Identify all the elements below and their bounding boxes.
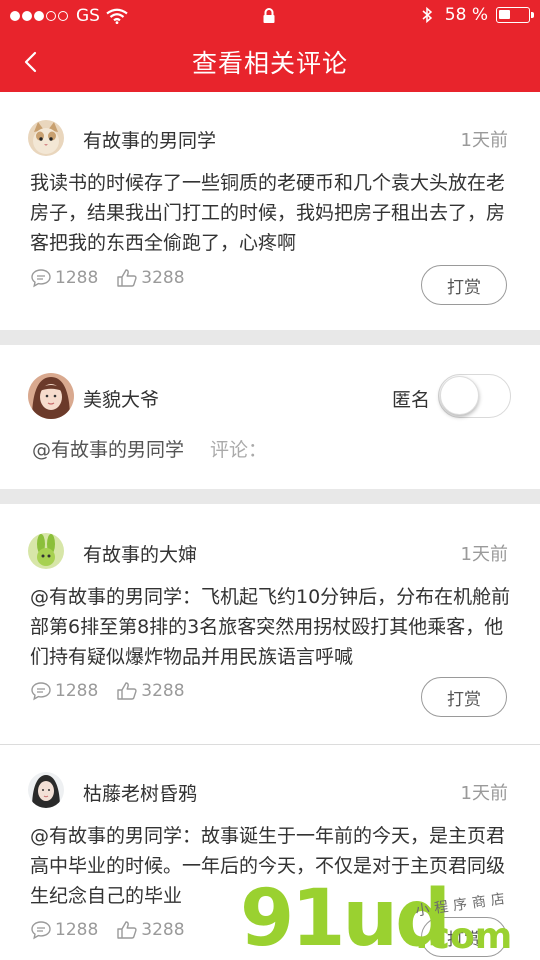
comment-count-value: 1288 <box>55 920 99 940</box>
comment-count[interactable]: 1288 <box>30 681 98 701</box>
watermark-logo: 91ud .com 小程序商店 <box>240 874 540 960</box>
anonymous-toggle[interactable] <box>438 374 511 418</box>
carrier-name: GS <box>76 6 100 26</box>
comment-count[interactable]: 1288 <box>30 268 98 288</box>
signal-strength-icon <box>10 11 70 21</box>
section-divider <box>0 489 540 504</box>
lock-icon <box>263 8 275 23</box>
username[interactable]: 美貌大爷 <box>83 385 159 412</box>
like-count[interactable]: 3288 <box>116 920 185 940</box>
watermark-suffix: .com <box>415 916 513 957</box>
username[interactable]: 枯藤老树昏鸦 <box>83 779 197 806</box>
thumbs-up-icon <box>117 269 137 287</box>
wifi-icon <box>106 8 128 24</box>
comment-count[interactable]: 1288 <box>30 920 98 940</box>
avatar[interactable] <box>28 772 64 808</box>
comment-icon <box>31 921 51 940</box>
avatar[interactable] <box>28 533 64 569</box>
username[interactable]: 有故事的大婶 <box>83 540 197 567</box>
section-divider <box>0 330 540 345</box>
reward-button[interactable]: 打赏 <box>421 677 507 717</box>
status-bar: GS 58 % <box>0 0 540 32</box>
comment-time: 1天前 <box>460 544 508 565</box>
thumbs-up-icon <box>117 682 137 700</box>
like-count-value: 3288 <box>141 920 185 940</box>
mention-target: @有故事的男同学 <box>32 439 185 461</box>
comment-card: 有故事的男同学 1天前 我读书的时候存了一些铜质的老硬币和几个袁大头放在老房子，… <box>0 92 540 330</box>
comment-time: 1天前 <box>460 783 508 804</box>
like-count-value: 3288 <box>141 681 185 701</box>
username[interactable]: 有故事的男同学 <box>83 126 216 153</box>
reward-button[interactable]: 打赏 <box>421 265 507 305</box>
comment-count-value: 1288 <box>55 268 99 288</box>
page-title: 查看相关评论 <box>191 49 348 78</box>
like-count[interactable]: 3288 <box>116 268 185 288</box>
battery-icon <box>496 7 534 23</box>
comment-icon <box>31 269 51 288</box>
comment-card: 有故事的大婶 1天前 @有故事的男同学：飞机起飞约10分钟后，分布在机舱前部第6… <box>0 504 540 744</box>
bluetooth-icon <box>422 6 432 24</box>
avatar[interactable] <box>28 373 74 419</box>
navigation-bar: 查看相关评论 <box>0 32 540 92</box>
anonymous-label: 匿名 <box>392 389 431 411</box>
comment-input[interactable]: 评论： <box>210 435 267 462</box>
thumbs-up-icon <box>117 921 137 939</box>
comment-text: @有故事的男同学：飞机起飞约10分钟后，分布在机舱前部第6排至第8排的3名旅客突… <box>30 586 511 668</box>
toggle-knob <box>440 376 479 415</box>
like-count-value: 3288 <box>141 268 185 288</box>
comment-count-value: 1288 <box>55 681 99 701</box>
comment-composer: 美貌大爷 匿名 @有故事的男同学 评论： <box>0 345 540 489</box>
comment-time: 1天前 <box>460 130 508 151</box>
battery-percentage: 58 % <box>444 5 488 25</box>
avatar[interactable] <box>28 120 64 156</box>
like-count[interactable]: 3288 <box>116 681 185 701</box>
comment-icon <box>31 682 51 701</box>
comment-text: 我读书的时候存了一些铜质的老硬币和几个袁大头放在老房子，结果我出门打工的时候，我… <box>30 172 506 254</box>
